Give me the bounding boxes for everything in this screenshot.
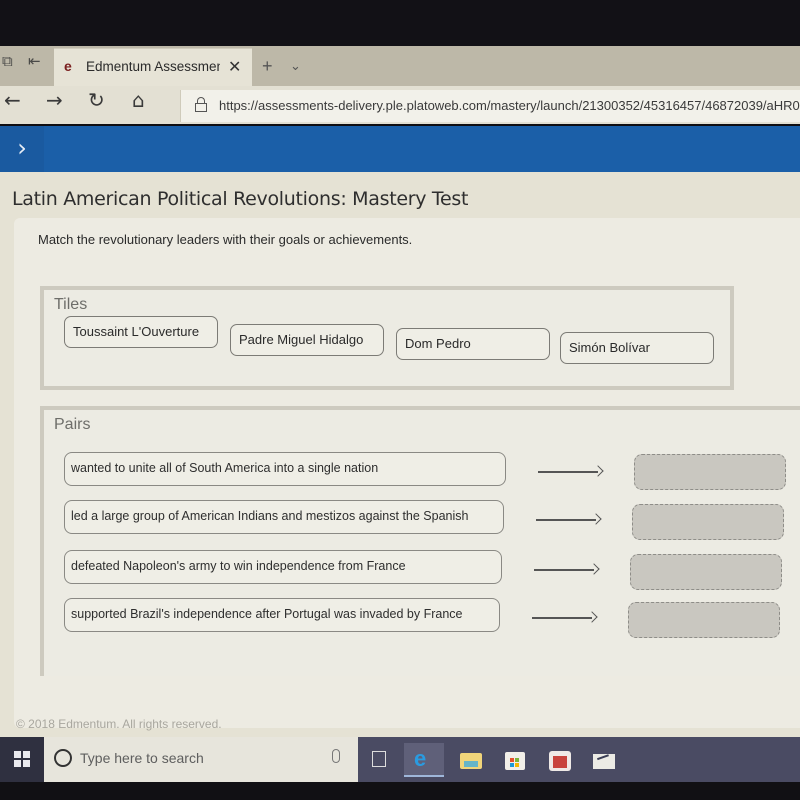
tab-actions-icon[interactable]: ⧉ [2,52,13,70]
cortana-icon[interactable] [54,749,72,767]
drop-target[interactable] [628,602,780,638]
browser-tab-active[interactable]: e Edmentum Assessment ✕ [54,48,252,86]
tiles-section: Tiles Toussaint L'Ouverture Padre Miguel… [40,286,734,390]
address-bar[interactable]: https://assessments-delivery.ple.platowe… [180,90,800,122]
question-card: Match the revolutionary leaders with the… [14,218,800,728]
edge-favicon-icon: e [64,58,72,74]
screen: ⧉ ⇤ e Edmentum Assessment ✕ + ⌄ ← → ↻ ⌂ … [0,0,800,800]
close-tab-icon[interactable]: ✕ [228,57,241,77]
page-content: Latin American Political Revolutions: Ma… [0,172,800,737]
page-title: Latin American Political Revolutions: Ma… [12,188,469,210]
tile-toussaint[interactable]: Toussaint L'Ouverture [64,316,218,348]
pair-description: supported Brazil's independence after Po… [64,598,500,632]
drop-target[interactable] [632,504,784,540]
mail-icon[interactable] [584,743,624,777]
copyright-footer: © 2018 Edmentum. All rights reserved. [16,717,222,731]
chevron-down-icon[interactable]: ⌄ [290,58,301,74]
arrow-icon [534,563,600,576]
new-tab-icon[interactable]: + [262,56,273,77]
set-tabs-aside-icon[interactable]: ⇤ [28,52,41,70]
microphone-icon[interactable] [332,749,340,763]
arrow-icon [536,513,602,526]
app-header: › [0,126,800,172]
chevron-right-icon[interactable]: › [0,126,44,172]
monitor-bezel-bottom [0,782,800,800]
start-button[interactable] [0,737,44,782]
monitor-bezel [0,0,800,46]
tab-title: Edmentum Assessment [86,59,220,74]
pairs-section: Pairs wanted to unite all of South Ameri… [40,406,800,676]
edge-taskbar-icon[interactable]: e [404,743,444,777]
pairs-label: Pairs [54,416,91,433]
store-icon[interactable] [496,743,536,777]
refresh-icon[interactable]: ↻ [88,88,105,112]
pair-description: defeated Napoleon's army to win independ… [64,550,502,584]
tiles-label: Tiles [54,296,88,313]
instructions: Match the revolutionary leaders with the… [38,232,413,247]
tile-hidalgo[interactable]: Padre Miguel Hidalgo [230,324,384,356]
drop-target[interactable] [634,454,786,490]
file-explorer-icon[interactable] [452,743,492,777]
arrow-icon [532,611,598,624]
search-placeholder[interactable]: Type here to search [80,750,204,766]
pair-description: wanted to unite all of South America int… [64,452,506,486]
windows-logo-icon [14,751,30,767]
forward-icon[interactable]: → [46,88,63,112]
tile-bolivar[interactable]: Simón Bolívar [560,332,714,364]
windows-taskbar: Type here to search e [0,737,800,782]
tile-dom-pedro[interactable]: Dom Pedro [396,328,550,360]
pair-description: led a large group of American Indians an… [64,500,504,534]
lock-icon [195,97,207,112]
drop-target[interactable] [630,554,782,590]
taskbar-search[interactable]: Type here to search [44,737,358,782]
task-view-icon[interactable] [360,743,400,777]
url-text[interactable]: https://assessments-delivery.ple.platowe… [219,98,800,113]
gift-icon[interactable] [540,743,580,777]
home-icon[interactable]: ⌂ [132,88,145,112]
back-icon[interactable]: ← [4,88,21,112]
arrow-icon [538,465,604,478]
